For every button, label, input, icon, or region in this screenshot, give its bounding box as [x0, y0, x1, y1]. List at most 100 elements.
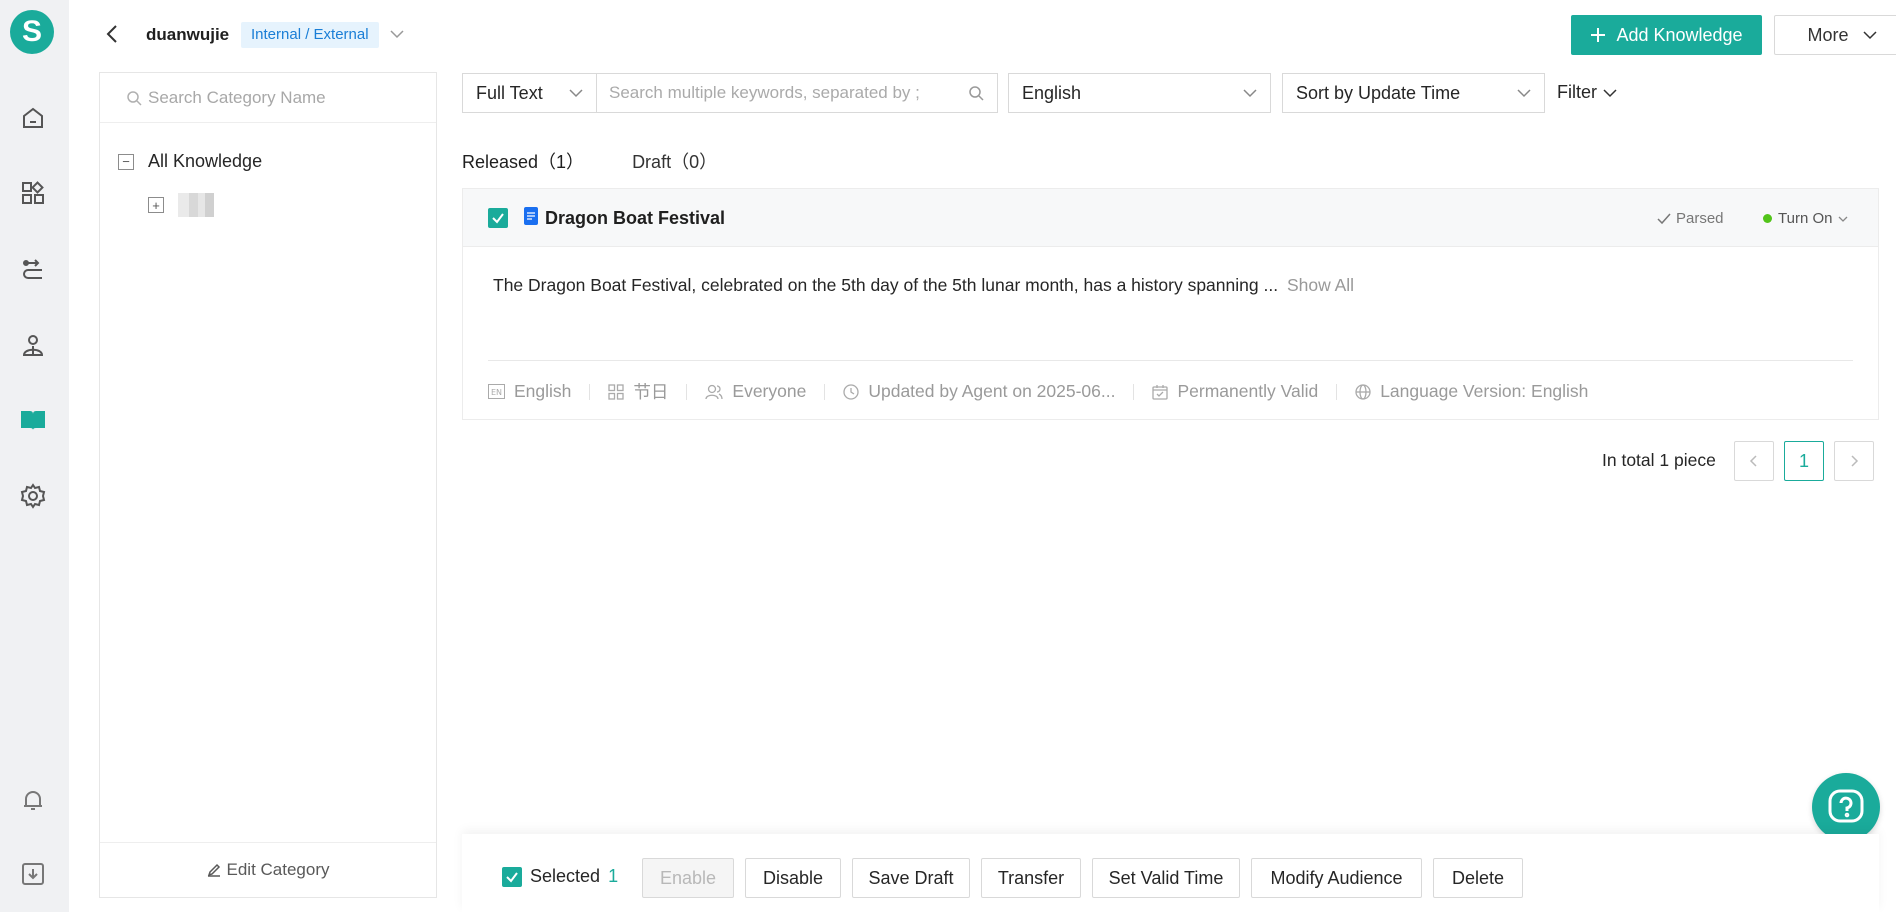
edit-category-button[interactable]: Edit Category [100, 842, 436, 897]
settings-gear-icon[interactable] [17, 480, 49, 512]
chevron-down-icon [1862, 31, 1877, 40]
apps-icon[interactable] [17, 177, 49, 209]
help-button[interactable] [1812, 773, 1880, 841]
collapse-icon[interactable]: − [118, 153, 134, 170]
status-tabs: Released（1） Draft（0） [462, 148, 717, 174]
filter-toggle[interactable]: Filter [1557, 82, 1617, 103]
edit-category-label: Edit Category [226, 860, 330, 879]
search-scope-select[interactable]: Full Text [462, 73, 597, 113]
divider [488, 360, 1853, 361]
item-checkbox[interactable] [488, 208, 508, 228]
expand-icon[interactable]: + [148, 197, 164, 213]
plus-icon [1591, 28, 1606, 42]
sort-value: Sort by Update Time [1296, 82, 1461, 103]
knowledge-card: Dragon Boat Festival Parsed Turn On The … [462, 188, 1879, 420]
enable-button[interactable]: Enable [642, 858, 734, 898]
chevron-down-icon [1517, 89, 1531, 98]
chevron-left-icon [1749, 455, 1757, 467]
delete-button[interactable]: Delete [1433, 858, 1523, 898]
keyword-search-placeholder: Search multiple keywords, separated by ; [609, 83, 920, 102]
modify-audience-button[interactable]: Modify Audience [1251, 858, 1422, 898]
meta-language-text: English [514, 381, 572, 401]
knowledge-title[interactable]: Dragon Boat Festival [545, 208, 725, 229]
chevron-down-icon [1839, 216, 1848, 222]
filter-label: Filter [1557, 82, 1597, 102]
main-area: duanwujie Internal / External Add Knowle… [69, 0, 1896, 912]
svg-text:EN: EN [491, 388, 502, 397]
tree-node-label: All Knowledge [148, 151, 263, 171]
chevron-down-icon [1243, 89, 1257, 98]
next-page-button[interactable] [1834, 441, 1874, 481]
meta-language-version: Language Version: English [1355, 381, 1588, 402]
save-draft-button[interactable]: Save Draft [852, 858, 970, 898]
search-icon [127, 90, 142, 106]
app-logo[interactable]: S [10, 10, 54, 54]
page-title: duanwujie [146, 25, 230, 44]
keyword-search-input[interactable]: Search multiple keywords, separated by ; [596, 73, 998, 113]
download-icon[interactable] [17, 858, 49, 890]
transfer-button[interactable]: Transfer [981, 858, 1081, 898]
knowledge-excerpt: The Dragon Boat Festival, celebrated on … [493, 275, 1354, 296]
language-value: English [1022, 82, 1082, 103]
meta-validity-text: Permanently Valid [1177, 381, 1319, 401]
chevron-right-icon [1851, 455, 1859, 467]
back-arrow-icon[interactable] [101, 22, 125, 46]
check-icon [1657, 213, 1671, 224]
excerpt-text: The Dragon Boat Festival, celebrated on … [493, 275, 1279, 295]
knowledge-book-icon[interactable] [17, 404, 49, 436]
language-select[interactable]: English [1008, 73, 1271, 113]
users-icon [705, 384, 724, 399]
more-button[interactable]: More [1774, 15, 1896, 55]
selected-label: Selected [530, 866, 601, 886]
category-grid-icon [608, 383, 625, 400]
selected-count: 1 [608, 866, 619, 886]
meta-language-version-text: Language Version: English [1380, 381, 1589, 401]
disable-button[interactable]: Disable [745, 858, 841, 898]
visibility-badge: Internal / External [241, 22, 379, 48]
bell-icon[interactable] [17, 784, 49, 816]
prev-page-button[interactable] [1734, 441, 1774, 481]
tab-draft[interactable]: Draft（0） [632, 148, 717, 174]
set-valid-time-button[interactable]: Set Valid Time [1092, 858, 1240, 898]
select-all-checkbox[interactable] [502, 866, 522, 887]
document-icon [524, 207, 538, 225]
meta-updated: Updated by Agent on 2025-06... [843, 381, 1115, 402]
search-icon[interactable] [968, 85, 984, 101]
left-nav: S [0, 0, 69, 912]
meta-language: EN English [488, 381, 571, 402]
agent-icon[interactable] [17, 329, 49, 361]
category-search-input[interactable]: Search Category Name [100, 73, 436, 123]
route-icon[interactable] [17, 254, 49, 286]
tab-released[interactable]: Released（1） [462, 148, 584, 174]
enable-status-dropdown[interactable]: Turn On [1763, 210, 1848, 227]
show-all-link[interactable]: Show All [1287, 275, 1354, 295]
search-scope-value: Full Text [476, 82, 543, 103]
calendar-icon [1152, 384, 1169, 400]
tree-node-child[interactable]: + [148, 193, 214, 217]
meta-audience: Everyone [705, 381, 806, 402]
parse-status-label: Parsed [1676, 210, 1724, 227]
chevron-down-icon [1603, 88, 1617, 97]
meta-updated-text: Updated by Agent on 2025-06... [868, 381, 1116, 401]
tree-node-all-knowledge[interactable]: − All Knowledge [118, 151, 262, 172]
page-1-button[interactable]: 1 [1784, 441, 1824, 481]
enable-status-label: Turn On [1778, 210, 1833, 227]
category-search-placeholder: Search Category Name [148, 87, 326, 107]
add-knowledge-button[interactable]: Add Knowledge [1571, 15, 1762, 55]
home-icon[interactable] [17, 102, 49, 134]
language-en-icon: EN [488, 384, 505, 399]
meta-validity: Permanently Valid [1152, 381, 1318, 402]
select-all-toggle[interactable]: Selected 1 [502, 866, 618, 887]
parse-status: Parsed [1657, 210, 1724, 227]
meta-category: 节日 [608, 379, 668, 404]
category-panel: Search Category Name − All Knowledge + E… [99, 72, 437, 898]
blurred-category-name [178, 193, 214, 217]
chevron-down-icon[interactable] [389, 26, 405, 42]
more-label: More [1807, 24, 1849, 45]
sort-select[interactable]: Sort by Update Time [1282, 73, 1545, 113]
knowledge-meta: EN English 节日 Everyone Updated by Agent … [488, 379, 1588, 404]
meta-audience-text: Everyone [732, 381, 807, 401]
knowledge-card-header: Dragon Boat Festival Parsed Turn On [463, 189, 1878, 247]
bulk-action-bar: Selected 1 Enable Disable Save Draft Tra… [462, 834, 1879, 912]
chevron-down-icon [569, 89, 583, 98]
